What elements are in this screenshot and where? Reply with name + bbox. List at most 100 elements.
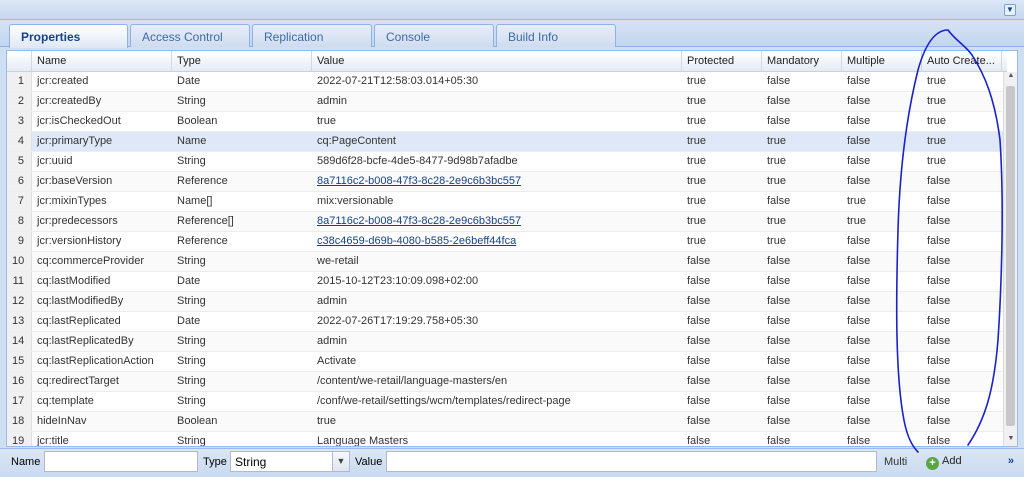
- cell-auto-created: false: [927, 195, 951, 207]
- tab-build-info[interactable]: Build Info: [496, 24, 616, 47]
- tab-replication[interactable]: Replication: [252, 24, 372, 47]
- cell-name: cq:redirectTarget: [37, 375, 119, 387]
- cell-mandatory: false: [767, 415, 791, 427]
- value-label: Value: [355, 456, 383, 468]
- tab-bar: Properties Access Control Replication Co…: [0, 20, 1024, 48]
- row-number: 4: [7, 132, 32, 151]
- cell-multiple: false: [847, 155, 871, 167]
- multi-toggle[interactable]: Multi: [884, 456, 907, 468]
- tab-properties[interactable]: Properties: [9, 24, 128, 48]
- cell-auto-created: true: [927, 135, 946, 147]
- name-input[interactable]: [44, 451, 198, 472]
- table-row[interactable]: 19 jcr:title String Language Masters false fa…: [7, 432, 1003, 447]
- cell-multiple: false: [847, 175, 871, 187]
- cell-multiple: false: [847, 355, 871, 367]
- cell-multiple: false: [847, 115, 871, 127]
- table-row[interactable]: 1 jcr:created Date 2022-07-21T12:58:03.014+…: [7, 72, 1003, 92]
- column-header-protected[interactable]: Protected: [682, 51, 762, 72]
- cell-auto-created: false: [927, 435, 951, 447]
- cell-mandatory: false: [767, 315, 791, 327]
- table-row[interactable]: 8 jcr:predecessors Reference[] 8a7116c2-b00…: [7, 212, 1003, 232]
- table-row[interactable]: 12 cq:lastModifiedBy String admin false false…: [7, 292, 1003, 312]
- cell-mandatory: false: [767, 75, 791, 87]
- add-button[interactable]: + Add: [922, 453, 966, 472]
- type-select[interactable]: String: [230, 451, 333, 472]
- vertical-scrollbar[interactable]: ▲ ▼: [1003, 72, 1017, 446]
- cell-name: jcr:created: [37, 75, 89, 87]
- double-chevron-right-icon[interactable]: »: [1008, 455, 1014, 467]
- cell-auto-created: true: [927, 75, 946, 87]
- cell-type: Reference: [177, 175, 228, 187]
- column-header-auto-created[interactable]: Auto Create...: [922, 51, 1002, 72]
- row-number: 2: [7, 92, 32, 111]
- cell-type: Date: [177, 75, 201, 87]
- table-row[interactable]: 15 cq:lastReplicationAction String Activate…: [7, 352, 1003, 372]
- cell-name: cq:lastReplicationAction: [37, 355, 154, 367]
- cell-mandatory: false: [767, 195, 791, 207]
- cell-protected: true: [687, 75, 706, 87]
- value-input[interactable]: [386, 451, 877, 472]
- cell-protected: false: [687, 255, 711, 267]
- cell-value[interactable]: 8a7116c2-b008-47f3-8c28-2e9c6b3bc557: [312, 212, 682, 231]
- table-row[interactable]: 14 cq:lastReplicatedBy String admin false fal…: [7, 332, 1003, 352]
- cell-protected: false: [687, 295, 711, 307]
- scrollbar-thumb[interactable]: [1006, 86, 1015, 426]
- cell-name: jcr:mixinTypes: [37, 195, 107, 207]
- chevron-down-icon[interactable]: ▼: [332, 451, 350, 472]
- cell-auto-created: false: [927, 235, 951, 247]
- scroll-down-icon[interactable]: ▼: [1004, 435, 1017, 446]
- scroll-up-icon[interactable]: ▲: [1004, 72, 1017, 84]
- table-row[interactable]: 11 cq:lastModified Date 2015-10-12T23:10:09…: [7, 272, 1003, 292]
- row-number: 5: [7, 152, 32, 171]
- cell-auto-created: false: [927, 275, 951, 287]
- cell-type: String: [177, 95, 206, 107]
- cell-protected: true: [687, 95, 706, 107]
- tab-console[interactable]: Console: [374, 24, 494, 47]
- cell-type: String: [177, 155, 206, 167]
- column-header-multiple[interactable]: Multiple: [842, 51, 922, 72]
- row-number: 15: [7, 352, 32, 371]
- row-number: 16: [7, 372, 32, 391]
- table-row[interactable]: 7 jcr:mixinTypes Name[] mix:versionable true…: [7, 192, 1003, 212]
- cell-type: String: [177, 335, 206, 347]
- cell-protected: false: [687, 375, 711, 387]
- column-header-type[interactable]: Type: [172, 51, 312, 72]
- cell-name: jcr:primaryType: [37, 135, 113, 147]
- table-row[interactable]: 10 cq:commerceProvider String we-retail fals…: [7, 252, 1003, 272]
- cell-value[interactable]: 8a7116c2-b008-47f3-8c28-2e9c6b3bc557: [312, 172, 682, 191]
- table-row[interactable]: 3 jcr:isCheckedOut Boolean true true false fal…: [7, 112, 1003, 132]
- column-header-mandatory[interactable]: Mandatory: [762, 51, 842, 72]
- table-row[interactable]: 18 hideInNav Boolean true false false false fal…: [7, 412, 1003, 432]
- tab-access-control[interactable]: Access Control: [130, 24, 250, 47]
- cell-mandatory: true: [767, 135, 786, 147]
- table-row[interactable]: 13 cq:lastReplicated Date 2022-07-26T17:19:…: [7, 312, 1003, 332]
- row-number: 9: [7, 232, 32, 251]
- grid-header: Name Type Value Protected Mandatory Mult…: [7, 51, 1007, 72]
- table-row[interactable]: 4 jcr:primaryType Name cq:PageContent true tr…: [7, 132, 1003, 152]
- table-row[interactable]: 5 jcr:uuid String 589d6f28-bcfe-4de5-8477-9…: [7, 152, 1003, 172]
- cell-name: jcr:uuid: [37, 155, 73, 167]
- cell-auto-created: false: [927, 355, 951, 367]
- table-row[interactable]: 16 cq:redirectTarget String/content/we-ret…: [7, 372, 1003, 392]
- table-row[interactable]: 9 jcr:versionHistory Reference c38c4659-d69…: [7, 232, 1003, 252]
- cell-multiple: false: [847, 335, 871, 347]
- cell-name: cq:commerceProvider: [37, 255, 144, 267]
- cell-multiple: false: [847, 235, 871, 247]
- panel-header: ▼: [0, 0, 1024, 20]
- name-label: Name: [11, 456, 41, 468]
- cell-type: Reference[]: [177, 215, 234, 227]
- cell-name: cq:lastModified: [37, 275, 111, 287]
- cell-value: 2022-07-21T12:58:03.014+05:30: [317, 75, 479, 87]
- cell-protected: false: [687, 355, 711, 367]
- table-row[interactable]: 17 cq:template String/conf/we-retail/setti…: [7, 392, 1003, 412]
- table-row[interactable]: 6 jcr:baseVersion Reference 8a7116c2-b008-4…: [7, 172, 1003, 192]
- column-header-value[interactable]: Value: [312, 51, 682, 72]
- cell-value[interactable]: c38c4659-d69b-4080-b585-2e6beff44fca: [312, 232, 682, 251]
- collapse-icon[interactable]: ▼: [1004, 4, 1016, 16]
- table-row[interactable]: 2 jcr:createdBy String admin true false false t…: [7, 92, 1003, 112]
- cell-multiple: false: [847, 315, 871, 327]
- column-header-name[interactable]: Name: [32, 51, 172, 72]
- cell-multiple: false: [847, 375, 871, 387]
- row-number: 13: [7, 312, 32, 331]
- cell-name: cq:template: [37, 395, 94, 407]
